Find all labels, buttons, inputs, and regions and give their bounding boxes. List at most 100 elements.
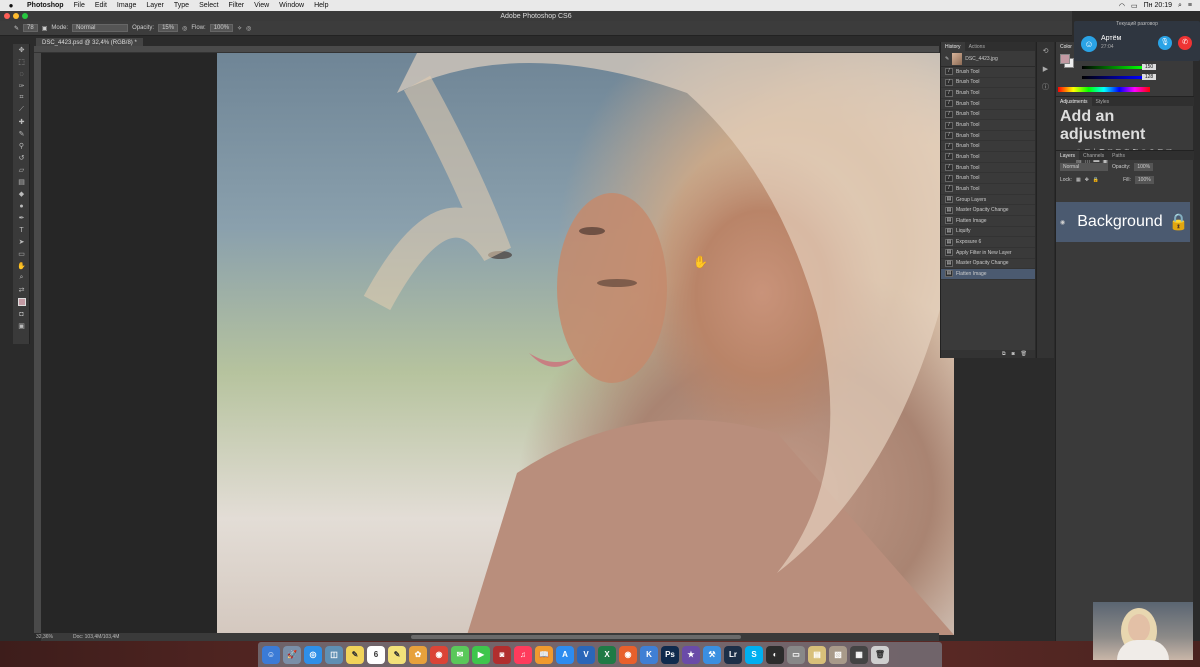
quick-mask-icon[interactable]: ◘ [13,308,30,320]
history-item-selected[interactable]: ▤ Flatten Image [941,269,1035,280]
eraser-tool-icon[interactable]: ▱ [13,164,30,176]
history-item[interactable]: / Brush Tool [941,99,1035,110]
dock-monitor-icon[interactable]: ▦ [850,645,868,664]
dock-firefox-icon[interactable]: ◉ [619,645,637,664]
history-item[interactable]: ▤ Apply Filter in New Layer [941,248,1035,259]
blur-tool-icon[interactable]: ◆ [13,188,30,200]
color-swatches-icon[interactable] [13,296,30,308]
new-snapshot-icon[interactable]: ◙ [1012,351,1015,357]
dock-preview-icon[interactable]: ◫ [325,645,343,664]
zoom-window-icon[interactable] [22,13,28,19]
healing-tool-icon[interactable]: ✚ [13,116,30,128]
pen-tool-icon[interactable]: ✒ [13,212,30,224]
history-item[interactable]: / Brush Tool [941,78,1035,89]
blue-value[interactable]: 128 [1142,74,1156,80]
lock-position-icon[interactable]: ✥ [1085,177,1089,183]
blend-mode-select[interactable]: Normal [1060,163,1108,171]
dock-photos2-icon[interactable]: ▧ [829,645,847,664]
dodge-tool-icon[interactable]: ● [13,200,30,212]
tab-layers[interactable]: Layers [1056,151,1080,160]
dock-ibooks-icon[interactable]: 📖 [535,645,553,664]
path-select-tool-icon[interactable]: ➤ [13,236,30,248]
green-slider[interactable] [1082,66,1142,69]
history-item[interactable]: ▤ Exposure 6 [941,237,1035,248]
green-value[interactable]: 150 [1142,64,1156,70]
menu-layer[interactable]: Layer [141,2,169,9]
pressure-size-icon[interactable]: ◎ [246,25,251,32]
wifi-icon[interactable]: ◠ [1119,2,1125,10]
eyedropper-tool-icon[interactable]: ⟋ [13,104,30,116]
search-icon[interactable]: ⌕ [1178,2,1182,10]
foreground-color-swatch[interactable] [1060,54,1070,64]
mute-microphone-icon[interactable]: 🎙 [1158,36,1172,50]
scrollbar-thumb[interactable] [411,635,741,639]
history-item[interactable]: / Brush Tool [941,131,1035,142]
dock-itunes-icon[interactable]: ♫ [514,645,532,664]
brush-tool-icon[interactable]: ✎ [14,25,19,32]
flow-input[interactable]: 100% [209,24,234,32]
history-item[interactable]: / Brush Tool [941,110,1035,121]
dock-trash-icon[interactable]: 🗑 [871,645,889,664]
dock-chrome-icon[interactable]: ◉ [430,645,448,664]
airbrush-icon[interactable]: ✧ [237,25,242,32]
menu-edit[interactable]: Edit [90,2,112,9]
history-item[interactable]: ▤ Liquify [941,227,1035,238]
history-item[interactable]: / Brush Tool [941,163,1035,174]
document-canvas-photo[interactable] [217,53,954,635]
dock-calendar-icon[interactable]: 6 [367,645,385,664]
lasso-tool-icon[interactable]: ◌ [13,68,30,80]
dock-imovie-icon[interactable]: ★ [682,645,700,664]
color-spectrum[interactable] [1058,87,1150,92]
history-brush-tool-icon[interactable]: ↺ [13,152,30,164]
dock-launchpad-icon[interactable]: 🚀 [283,645,301,664]
menubar-clock[interactable]: Пн 20:19 [1144,2,1172,9]
menu-app[interactable]: Photoshop [22,2,69,9]
swap-colors-icon[interactable]: ⇄ [13,284,30,296]
zoom-level[interactable]: 32,36% [36,634,53,640]
history-item[interactable]: / Brush Tool [941,173,1035,185]
fill-input[interactable]: 100% [1134,176,1154,184]
dock-photoshop-icon[interactable]: Ps [661,645,679,664]
history-item[interactable]: / Brush Tool [941,67,1035,78]
history-brush-source-icon[interactable]: ✎ [945,56,949,62]
blue-slider[interactable] [1082,76,1142,79]
dock-photos-icon[interactable]: ✿ [409,645,427,664]
menu-list-icon[interactable]: ≡ [1188,2,1192,9]
menu-view[interactable]: View [249,2,274,9]
history-item[interactable]: / Brush Tool [941,120,1035,131]
opacity-input[interactable]: 15% [158,24,179,32]
layer-opacity-input[interactable]: 100% [1134,163,1154,171]
history-item[interactable]: ▤ Flatten Image [941,216,1035,227]
layer-row-background[interactable]: ◉ Background 🔒 [1056,202,1190,242]
horizontal-scrollbar[interactable] [41,633,939,641]
end-call-icon[interactable]: ✆ [1178,36,1192,50]
dock-xcode-icon[interactable]: ⚒ [703,645,721,664]
history-item[interactable]: / Brush Tool [941,88,1035,99]
dock-obs-icon[interactable]: ◐ [766,645,784,664]
dock-finder-icon[interactable]: ☺ [262,645,280,664]
zoom-tool-icon[interactable]: ⌕ [13,272,30,284]
crop-tool-icon[interactable]: ⌗ [13,92,30,104]
hand-tool-icon[interactable]: ✋ [13,260,30,272]
dock-notes-icon[interactable]: ✎ [346,645,364,664]
brush-tool-button-icon[interactable]: ✎ [13,128,30,140]
history-item[interactable]: / Brush Tool [941,184,1035,195]
new-document-from-state-icon[interactable]: ⧉ [1002,351,1006,357]
mode-select[interactable]: Normal [72,24,129,32]
tab-paths[interactable]: Paths [1108,151,1129,160]
tab-adjustments[interactable]: Adjustments [1056,97,1092,106]
clone-stamp-tool-icon[interactable]: ⚲ [13,140,30,152]
menu-window[interactable]: Window [274,2,309,9]
dock-screenshot-icon[interactable]: ▭ [787,645,805,664]
apple-menu-icon[interactable]: ● [0,1,22,10]
quick-select-tool-icon[interactable]: ✑ [13,80,30,92]
brush-size-picker[interactable]: 78 [23,24,38,32]
screen-mode-icon[interactable]: ▣ [13,320,30,332]
history-item[interactable]: / Brush Tool [941,141,1035,153]
shape-tool-icon[interactable]: ▭ [13,248,30,260]
dock-vectorworks-icon[interactable]: V [577,645,595,664]
minimize-window-icon[interactable] [13,13,19,19]
dock-messages-icon[interactable]: ✉ [451,645,469,664]
type-tool-icon[interactable]: T [13,224,30,236]
delete-state-icon[interactable]: 🗑 [1021,351,1027,357]
